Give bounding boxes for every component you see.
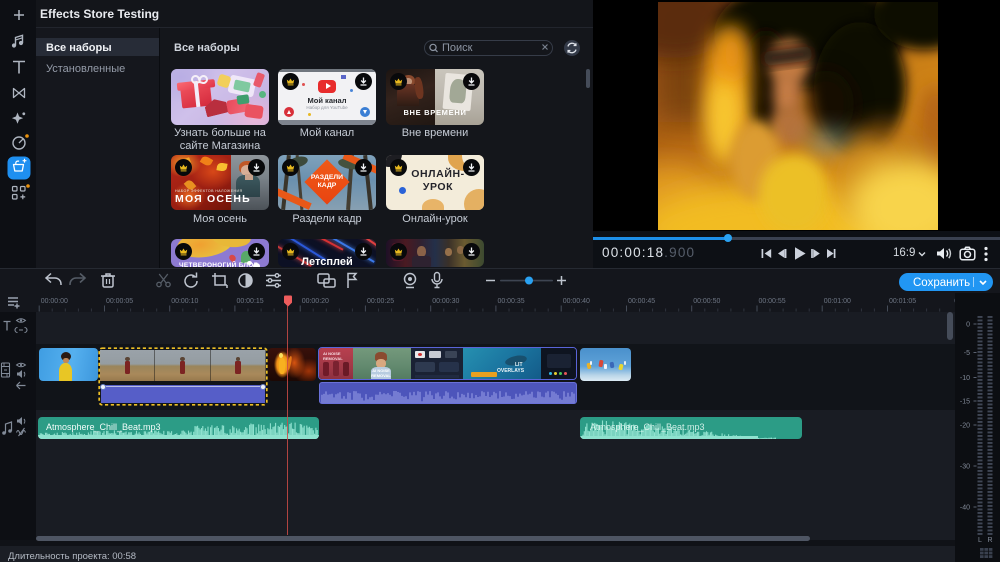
svg-text:00:00:10: 00:00:10 (171, 298, 198, 305)
svg-text:-15: -15 (960, 399, 970, 406)
svg-text:00:00:45: 00:00:45 (628, 298, 655, 305)
svg-text:00:00:40: 00:00:40 (563, 298, 590, 305)
svg-text:00:00:05: 00:00:05 (106, 298, 133, 305)
svg-text:-20: -20 (960, 423, 970, 430)
svg-text:00:00:25: 00:00:25 (367, 298, 394, 305)
svg-text:00:00:20: 00:00:20 (302, 298, 329, 305)
svg-text:00:00:30: 00:00:30 (432, 298, 459, 305)
svg-text:00:01:05: 00:01:05 (889, 298, 916, 305)
svg-text:00:00:35: 00:00:35 (497, 298, 524, 305)
svg-text:00:00:50: 00:00:50 (693, 298, 720, 305)
svg-text:00:00:55: 00:00:55 (758, 298, 785, 305)
svg-text:00:00:00: 00:00:00 (41, 298, 68, 305)
svg-text:00:00:15: 00:00:15 (236, 298, 263, 305)
svg-text:-40: -40 (960, 505, 970, 512)
svg-text:-5: -5 (964, 350, 970, 357)
svg-text:-10: -10 (960, 375, 970, 382)
svg-text:R: R (987, 537, 992, 544)
svg-text:-30: -30 (960, 464, 970, 471)
svg-text:00:01:00: 00:01:00 (824, 298, 851, 305)
svg-text:L: L (978, 537, 982, 544)
svg-text:0: 0 (966, 322, 970, 329)
